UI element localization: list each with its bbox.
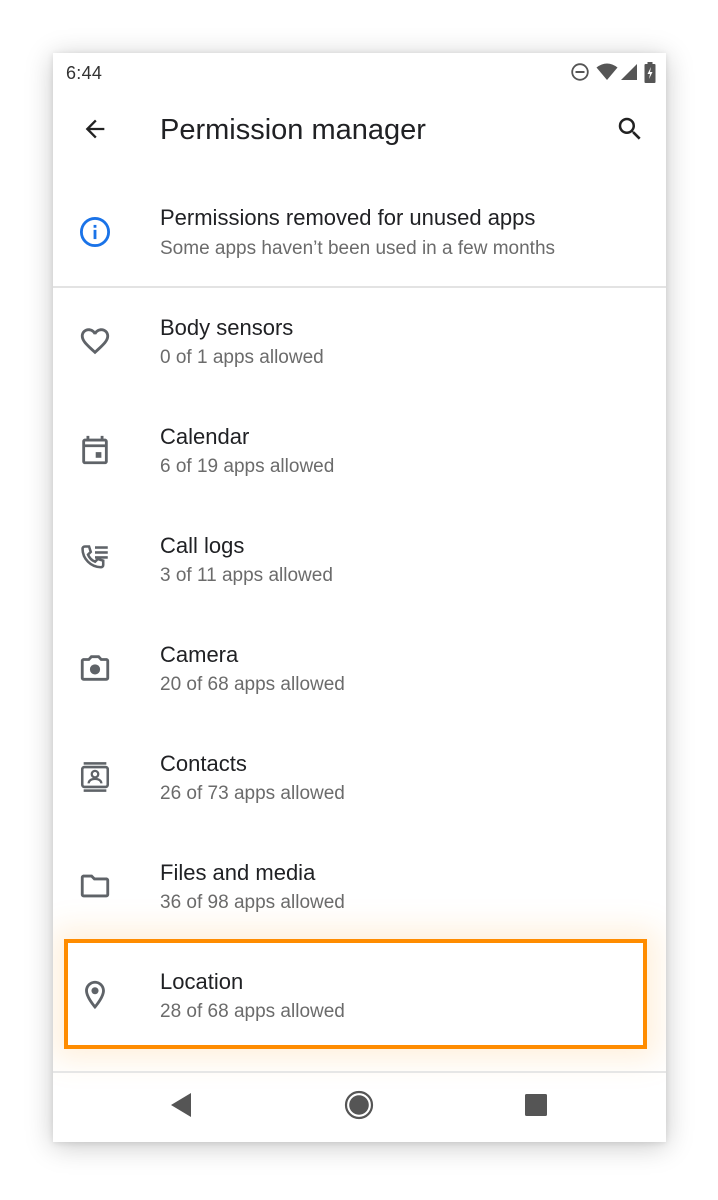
search-button[interactable] xyxy=(610,111,650,151)
signal-icon xyxy=(620,63,638,81)
permission-subtitle: 36 of 98 apps allowed xyxy=(160,892,345,913)
permission-row-body-sensors[interactable]: Body sensors 0 of 1 apps allowed xyxy=(53,288,666,397)
wifi-icon xyxy=(596,63,618,81)
permission-row-call-logs[interactable]: Call logs 3 of 11 apps allowed xyxy=(53,506,666,615)
nav-back-icon xyxy=(169,1092,193,1123)
nav-recents-button[interactable] xyxy=(516,1087,556,1127)
banner-subtitle: Some apps haven’t been used in a few mon… xyxy=(160,238,556,259)
do-not-disturb-icon xyxy=(570,62,590,82)
app-bar: Permission manager xyxy=(53,93,666,173)
page-title: Permission manager xyxy=(160,114,426,146)
camera-icon xyxy=(77,650,113,686)
status-bar: 6:44 xyxy=(53,53,666,93)
heart-icon xyxy=(77,323,113,359)
system-nav-bar xyxy=(53,1073,666,1142)
permission-row-files-and-media[interactable]: Files and media 36 of 98 apps allowed xyxy=(53,833,666,942)
permission-title: Files and media xyxy=(160,860,316,885)
permission-subtitle: 6 of 19 apps allowed xyxy=(160,456,335,477)
permission-row-location[interactable]: Location 28 of 68 apps allowed xyxy=(53,942,666,1051)
battery-charging-icon xyxy=(644,61,656,83)
banner-title: Permissions removed for unused apps xyxy=(160,205,536,230)
permission-subtitle: 26 of 73 apps allowed xyxy=(160,783,345,804)
location-pin-icon xyxy=(77,977,113,1013)
permission-title: Body sensors xyxy=(160,315,294,340)
permission-subtitle: 20 of 68 apps allowed xyxy=(160,674,345,695)
contacts-icon xyxy=(77,759,113,795)
permission-title: Call logs xyxy=(160,533,245,558)
unused-apps-banner[interactable]: Permissions removed for unused apps Some… xyxy=(53,178,666,286)
permission-subtitle: 3 of 11 apps allowed xyxy=(160,565,333,586)
call-log-icon xyxy=(77,541,113,577)
status-icons xyxy=(564,61,656,83)
folder-icon xyxy=(77,868,113,904)
nav-home-icon xyxy=(344,1090,374,1125)
info-icon xyxy=(77,214,113,250)
permission-subtitle: 0 of 1 apps allowed xyxy=(160,347,324,368)
phone-screen: 6:44 Permission manager Permissions remo… xyxy=(53,53,666,1142)
arrow-back-icon xyxy=(81,115,109,148)
status-time: 6:44 xyxy=(66,63,103,83)
permission-row-calendar[interactable]: Calendar 6 of 19 apps allowed xyxy=(53,397,666,506)
nav-home-button[interactable] xyxy=(339,1087,379,1127)
screenshot-stage: 6:44 Permission manager Permissions remo… xyxy=(0,0,718,1200)
nav-back-button[interactable] xyxy=(161,1087,201,1127)
permission-row-camera[interactable]: Camera 20 of 68 apps allowed xyxy=(53,615,666,724)
back-button[interactable] xyxy=(75,111,115,151)
nav-recents-icon xyxy=(524,1093,548,1122)
permission-title: Location xyxy=(160,969,244,994)
permission-title: Calendar xyxy=(160,424,250,449)
permission-row-contacts[interactable]: Contacts 26 of 73 apps allowed xyxy=(53,724,666,833)
permission-subtitle: 28 of 68 apps allowed xyxy=(160,1001,345,1022)
permission-title: Contacts xyxy=(160,751,247,776)
calendar-icon xyxy=(77,432,113,468)
search-icon xyxy=(615,114,645,149)
permission-title: Camera xyxy=(160,642,239,667)
